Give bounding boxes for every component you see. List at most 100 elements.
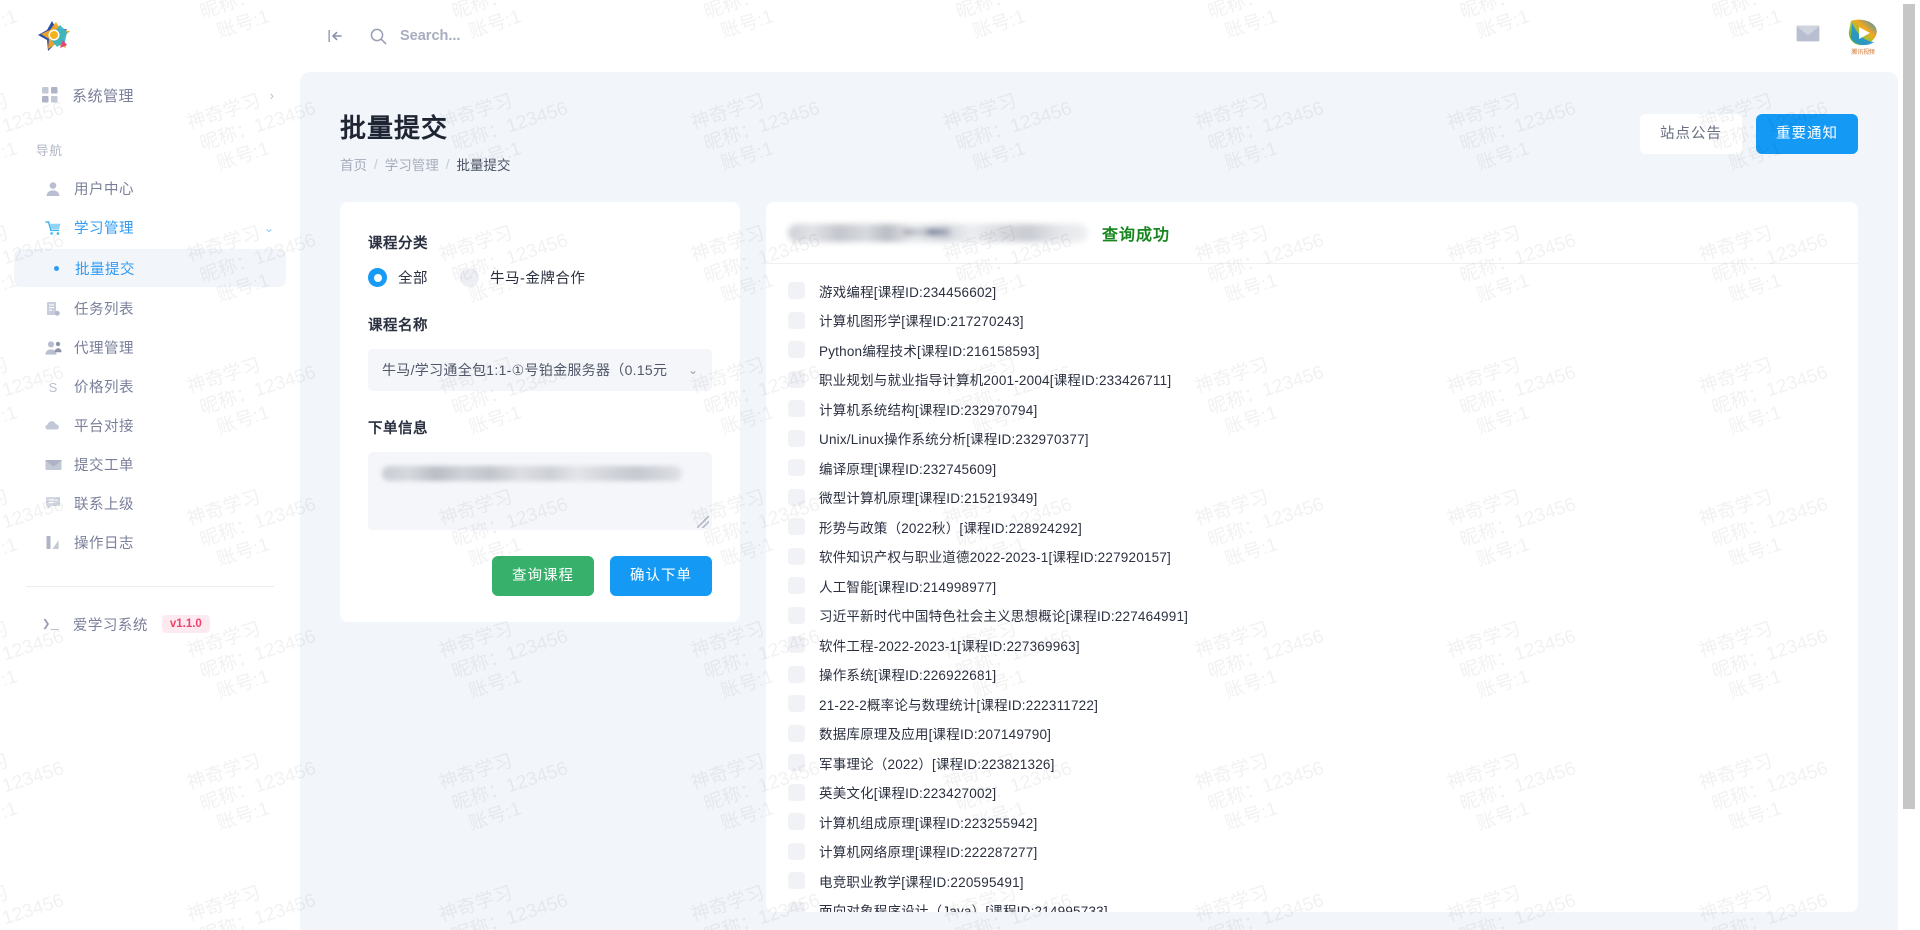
course-list[interactable]: 游戏编程[课程ID:234456602]计算机图形学[课程ID:21727024… (766, 264, 1858, 912)
site-announcement-button[interactable]: 站点公告 (1640, 114, 1742, 154)
course-label: 计算机网络原理[课程ID:222287277] (819, 841, 1037, 861)
course-list-item[interactable]: 操作系统[课程ID:226922681] (766, 660, 1858, 690)
course-list-item[interactable]: 软件知识产权与职业道德2022-2023-1[课程ID:227920157] (766, 542, 1858, 572)
redacted-order-info (382, 466, 682, 481)
chevron-down-icon: ⌄ (688, 363, 698, 377)
category-radio-all[interactable]: 全部 (368, 267, 428, 288)
breadcrumb-item-home[interactable]: 首页 (340, 154, 367, 174)
sidebar-item-price-list[interactable]: S 价格列表 (14, 367, 286, 406)
search-icon (370, 28, 386, 44)
course-checkbox[interactable] (788, 400, 805, 417)
sidebar-item-system-management[interactable]: 系统管理 › (0, 72, 300, 118)
course-list-item[interactable]: 职业规划与就业指导计算机2001-2004[课程ID:233426711] (766, 365, 1858, 395)
textarea-resize-handle[interactable] (697, 516, 709, 528)
course-list-item[interactable]: 军事理论（2022）[课程ID:223821326] (766, 748, 1858, 778)
course-checkbox[interactable] (788, 459, 805, 476)
sidebar-item-submit-ticket[interactable]: 提交工单 (14, 445, 286, 484)
grid-icon (42, 87, 64, 103)
course-checkbox[interactable] (788, 607, 805, 624)
sidebar-item-label: 操作日志 (74, 532, 134, 553)
sidebar-item-user-center[interactable]: 用户中心 (14, 169, 286, 208)
course-checkbox[interactable] (788, 636, 805, 653)
sidebar-item-operation-log[interactable]: 操作日志 (14, 523, 286, 562)
page-scrollbar[interactable] (1898, 0, 1920, 930)
envelope-icon (42, 458, 64, 472)
course-label: 习近平新时代中国特色社会主义思想概论[课程ID:227464991] (819, 605, 1188, 625)
sidebar-item-agent-management[interactable]: 代理管理 (14, 328, 286, 367)
course-checkbox[interactable] (788, 843, 805, 860)
sidebar-item-contact-superior[interactable]: 联系上级 (14, 484, 286, 523)
query-result-card: 查询成功 游戏编程[课程ID:234456602]计算机图形学[课程ID:217… (766, 202, 1858, 912)
order-info-label: 下单信息 (368, 417, 712, 438)
course-checkbox[interactable] (788, 489, 805, 506)
course-list-item[interactable]: 计算机组成原理[课程ID:223255942] (766, 807, 1858, 837)
course-checkbox[interactable] (788, 813, 805, 830)
course-label: 计算机组成原理[课程ID:223255942] (819, 812, 1037, 832)
course-list-item[interactable]: 21-22-2概率论与数理统计[课程ID:222311722] (766, 689, 1858, 719)
mail-icon[interactable] (1796, 25, 1820, 47)
course-list-item[interactable]: 形势与政策（2022秋）[课程ID:228924292] (766, 512, 1858, 542)
course-checkbox[interactable] (788, 518, 805, 535)
course-checkbox[interactable] (788, 548, 805, 565)
course-checkbox[interactable] (788, 725, 805, 742)
course-list-item[interactable]: 微型计算机原理[课程ID:215219349] (766, 483, 1858, 513)
course-list-item[interactable]: 电竞职业教学[课程ID:220595491] (766, 866, 1858, 896)
course-list-item[interactable]: 软件工程-2022-2023-1[课程ID:227369963] (766, 630, 1858, 660)
course-label: 面向对象程序设计（Java）[课程ID:214995733] (819, 900, 1108, 912)
result-bar-divider (766, 263, 1858, 264)
course-checkbox[interactable] (788, 577, 805, 594)
course-checkbox[interactable] (788, 754, 805, 771)
course-list-item[interactable]: 面向对象程序设计（Java）[课程ID:214995733] (766, 896, 1858, 913)
course-list-item[interactable]: 人工智能[课程ID:214998977] (766, 571, 1858, 601)
page-title-block: 批量提交 首页 / 学习管理 / 批量提交 (340, 108, 511, 174)
course-checkbox[interactable] (788, 341, 805, 358)
course-label: 编译原理[课程ID:232745609] (819, 458, 996, 478)
course-list-item[interactable]: Unix/Linux操作系统分析[课程ID:232970377] (766, 424, 1858, 454)
header-search[interactable] (370, 28, 610, 44)
course-list-item[interactable]: 计算机图形学[课程ID:217270243] (766, 306, 1858, 336)
course-checkbox[interactable] (788, 784, 805, 801)
course-list-item[interactable]: 习近平新时代中国特色社会主义思想概论[课程ID:227464991] (766, 601, 1858, 631)
course-checkbox[interactable] (788, 430, 805, 447)
course-checkbox[interactable] (788, 666, 805, 683)
course-list-item[interactable]: 数据库原理及应用[课程ID:207149790] (766, 719, 1858, 749)
course-checkbox[interactable] (788, 282, 805, 299)
course-label: 软件工程-2022-2023-1[课程ID:227369963] (819, 635, 1080, 655)
course-list-item[interactable]: 编译原理[课程ID:232745609] (766, 453, 1858, 483)
order-info-textarea[interactable] (368, 452, 712, 530)
sidebar-item-task-list[interactable]: 任务列表 (14, 289, 286, 328)
category-radio-gold-partner[interactable]: 牛马-金牌合作 (460, 267, 585, 288)
course-list-item[interactable]: Python编程技术[课程ID:216158593] (766, 335, 1858, 365)
course-list-item[interactable]: 英美文化[课程ID:223427002] (766, 778, 1858, 808)
query-course-button[interactable]: 查询课程 (492, 556, 594, 596)
course-checkbox[interactable] (788, 902, 805, 912)
tencent-video-icon[interactable]: 腾讯视频 (1844, 17, 1882, 55)
cloud-icon (42, 418, 64, 434)
redacted-account-info (788, 224, 1088, 242)
course-checkbox[interactable] (788, 312, 805, 329)
sidebar-item-label: 价格列表 (74, 376, 134, 397)
confirm-order-button[interactable]: 确认下单 (610, 556, 712, 596)
course-list-item[interactable]: 游戏编程[课程ID:234456602] (766, 276, 1858, 306)
scrollbar-thumb[interactable] (1903, 4, 1915, 809)
sidebar-footer-app[interactable]: ❯_ 爱学习系统 v1.1.0 (0, 601, 300, 647)
course-checkbox[interactable] (788, 872, 805, 889)
breadcrumb-separator: / (446, 157, 450, 172)
collapse-sidebar-icon[interactable] (328, 28, 346, 44)
form-buttons: 查询课程 确认下单 (368, 556, 712, 596)
course-list-item[interactable]: 计算机网络原理[课程ID:222287277] (766, 837, 1858, 867)
breadcrumb-item-study-management[interactable]: 学习管理 (385, 154, 439, 174)
course-name-select[interactable]: 牛马/学习通全包1:1-①号铂金服务器（0.15元 ⌄ (368, 349, 712, 391)
course-checkbox[interactable] (788, 695, 805, 712)
logo-container[interactable] (0, 0, 300, 72)
course-list-item[interactable]: 计算机系统结构[课程ID:232970794] (766, 394, 1858, 424)
sidebar-subitem-batch-submit[interactable]: 批量提交 (14, 249, 286, 287)
sidebar-item-platform-integration[interactable]: 平台对接 (14, 406, 286, 445)
sidebar-subitem-label: 批量提交 (75, 258, 135, 279)
search-input[interactable] (400, 28, 610, 44)
category-radio-label: 全部 (398, 267, 428, 288)
sidebar-item-study-management[interactable]: 学习管理 ⌄ (14, 208, 286, 247)
chat-icon (42, 496, 64, 511)
important-notice-button[interactable]: 重要通知 (1756, 114, 1858, 154)
course-checkbox[interactable] (788, 371, 805, 388)
